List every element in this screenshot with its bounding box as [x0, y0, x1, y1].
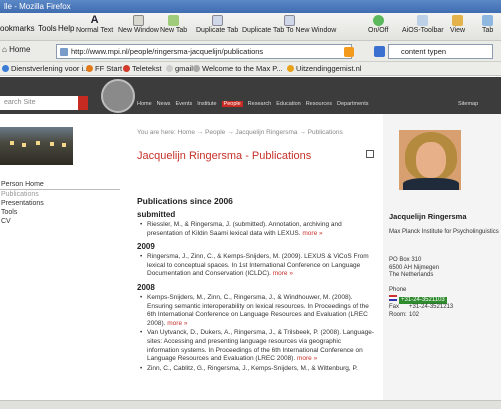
mpi-logo[interactable]	[101, 79, 135, 113]
year-heading: 2009	[137, 242, 155, 252]
year-heading: 2008	[137, 282, 155, 292]
aios-toolbar-button[interactable]: AiOS-Toolbar	[402, 15, 444, 34]
new-tab-button[interactable]: New Tab	[160, 15, 187, 34]
site-search-input[interactable]: earch Site	[0, 96, 84, 110]
publication-item: • Kemps-Snijders, M., Zinn, C., Ringersma…	[140, 293, 369, 327]
topnav-events[interactable]: Events	[175, 101, 192, 107]
duplicate-tab-button[interactable]: Duplicate Tab	[196, 15, 238, 34]
person-sidebar-nav: Person Home Publications Presentations T…	[0, 180, 120, 226]
publications-list: Publications since 2006 submitted • Riess…	[137, 196, 374, 374]
person-name: Jacquelijn Ringersma	[389, 212, 467, 221]
url-bar[interactable]: http://www.mpi.nl/people/ringersma-jacqu…	[56, 44, 352, 59]
breadcrumb: You are here: Home → People → Jacquelijn…	[137, 129, 343, 136]
building-photo	[0, 127, 73, 165]
publication-item: • Riessler, M., & Ringersma, J. (submitte…	[140, 221, 342, 237]
fax-number: +31-24-3521213	[409, 304, 454, 310]
page-title: Jacquelijn Ringersma - Publications	[137, 150, 312, 162]
topnav-news[interactable]: News	[157, 101, 171, 107]
tab-list-icon	[482, 15, 494, 26]
topnav-institute[interactable]: Institute	[197, 101, 216, 107]
more-link[interactable]: more »	[297, 355, 317, 362]
menu-help[interactable]: Help	[58, 24, 74, 33]
duplicate-window-icon	[283, 15, 295, 26]
bookmarks-toolbar: Dienstverlening voor i... FF Start Telet…	[0, 62, 501, 76]
google-search-engine-icon[interactable]	[374, 46, 385, 57]
menubar: ookmarks Tools Help A Normal Text New Win…	[0, 13, 501, 41]
print-icon[interactable]	[366, 150, 374, 158]
person-address: PO Box 310 6500 AH Nijmegen The Netherla…	[389, 257, 440, 278]
window-titlebar: lle - Mozilla Firefox	[0, 0, 501, 13]
aios-icon	[417, 15, 429, 26]
bookmark-dienstverlening[interactable]: Dienstverlening voor i...	[2, 62, 89, 76]
horizontal-scrollbar[interactable]	[0, 400, 501, 409]
duplicate-icon	[211, 15, 223, 26]
topnav-research[interactable]: Research	[248, 101, 272, 107]
person-contact: Phone +31-24-3521103 Fax +31-24-3521213 R…	[389, 287, 454, 318]
more-link[interactable]: more »	[273, 270, 293, 277]
flag-icon	[389, 294, 397, 301]
bookmark-uitzendinggemist[interactable]: Uitzendinggemist.nl	[287, 62, 361, 76]
publication-item: • Van Uytvanck, D., Dukers, A., Ringersma…	[140, 329, 375, 363]
year-heading: submitted	[137, 210, 176, 219]
site-topnav: Home News Events Institute People Research Edu…	[137, 101, 373, 107]
publications-heading: Publications since 2006	[137, 196, 233, 206]
person-portrait	[399, 130, 461, 190]
phone-number[interactable]: +31-24-3521103	[399, 296, 447, 304]
room-number: 102	[409, 311, 420, 318]
nav-presentations[interactable]: Presentations	[0, 199, 120, 208]
nav-person-home[interactable]: Person Home	[0, 180, 120, 189]
menu-bookmarks[interactable]: ookmarks	[0, 24, 35, 33]
navigation-bar: ⌂ Home http://www.mpi.nl/people/ringersm…	[0, 41, 501, 62]
font-a-icon: A	[90, 14, 99, 26]
window-title: lle - Mozilla Firefox	[4, 2, 71, 11]
tab-button[interactable]: Tab	[482, 15, 493, 34]
menu-tools[interactable]: Tools	[38, 24, 57, 33]
more-link[interactable]: more »	[167, 320, 187, 327]
nav-cv[interactable]: CV	[0, 217, 120, 226]
sitemap-link[interactable]: Sitemap	[458, 101, 478, 107]
person-affiliation: Max Planck Institute for Psycholinguisti…	[389, 229, 499, 235]
publication-item: • Ringersma, J., Zinn, C., & Kemps-Snijde…	[140, 253, 369, 278]
phone-label: Phone	[389, 287, 407, 293]
bookmark-teletekst[interactable]: Teletekst	[123, 62, 162, 76]
duplicate-tab-new-window-button[interactable]: Duplicate Tab To New Window	[242, 15, 336, 34]
publication-item: • Zinn, C., Cablitz, G., Ringersma, J., K…	[140, 364, 358, 372]
more-link[interactable]: more »	[302, 230, 322, 237]
site-search-button[interactable]	[78, 96, 88, 110]
site-favicon-icon	[60, 48, 68, 56]
bookmark-max-planck[interactable]: Welcome to the Max P...	[193, 62, 283, 76]
topnav-departments[interactable]: Departments	[337, 101, 369, 107]
home-icon: ⌂	[2, 45, 7, 54]
bookmark-ff-start[interactable]: FF Start	[86, 62, 122, 76]
rss-feed-icon[interactable]	[344, 47, 354, 57]
normal-text-button[interactable]: A Normal Text	[76, 14, 113, 35]
power-icon	[372, 15, 384, 26]
topnav-home[interactable]: Home	[137, 101, 152, 107]
bookmark-gmail[interactable]: gmail	[166, 62, 193, 76]
tab-icon	[168, 15, 180, 26]
topnav-education[interactable]: Education	[276, 101, 300, 107]
topnav-resources[interactable]: Resources	[306, 101, 332, 107]
window-icon	[132, 15, 144, 26]
home-button[interactable]: ⌂ Home	[2, 45, 30, 54]
view-button[interactable]: View	[450, 15, 465, 34]
browser-search-input[interactable]: content typen	[388, 44, 493, 59]
url-text: http://www.mpi.nl/people/ringersma-jacqu…	[71, 47, 264, 56]
new-window-button[interactable]: New Window	[118, 15, 159, 34]
nav-tools[interactable]: Tools	[0, 208, 120, 217]
nav-publications[interactable]: Publications	[0, 190, 120, 199]
onoff-button[interactable]: On/Off	[368, 15, 389, 34]
view-icon	[452, 15, 464, 26]
topnav-people[interactable]: People	[221, 101, 243, 107]
